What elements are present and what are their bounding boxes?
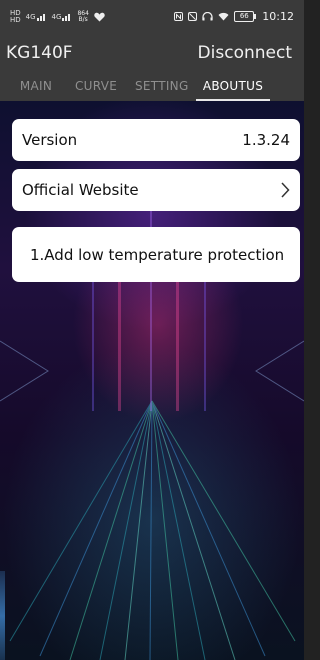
edge-glow bbox=[0, 571, 5, 660]
official-website-button[interactable]: Official Website bbox=[12, 169, 300, 211]
release-note-text: 1.Add low temperature protection bbox=[30, 245, 285, 264]
release-notes-card: 1.Add low temperature protection bbox=[12, 227, 300, 282]
signal-bars-icon-2 bbox=[62, 14, 71, 21]
status-right: 66 10:12 bbox=[174, 10, 294, 23]
status-left: HD HD 4G 4G 864 B/s bbox=[10, 9, 105, 24]
tab-curve[interactable]: CURVE bbox=[75, 73, 117, 101]
tab-main-label: MAIN bbox=[19, 79, 53, 93]
hd-label-2: HD bbox=[10, 15, 21, 24]
about-content: Version 1.3.24 Official Website 1.Add lo… bbox=[0, 101, 304, 660]
tab-bar: MAIN CURVE SETTING ABOUTUS bbox=[0, 73, 304, 101]
hd-indicator: HD HD bbox=[10, 9, 21, 24]
app-header: KG140F Disconnect bbox=[0, 33, 304, 73]
status-bar: HD HD 4G 4G 864 B/s 66 10:12 bbox=[0, 0, 304, 33]
heart-icon bbox=[94, 12, 105, 21]
nfc-icon bbox=[174, 12, 184, 21]
network-type-1: 4G bbox=[25, 13, 36, 21]
battery-level: 66 bbox=[239, 12, 249, 20]
battery-icon: 66 bbox=[234, 11, 257, 22]
tab-setting-label: SETTING bbox=[135, 79, 189, 93]
mute-icon bbox=[188, 12, 198, 21]
tab-setting[interactable]: SETTING bbox=[135, 73, 189, 101]
signal-icon: 4G bbox=[26, 12, 47, 21]
version-label: Version bbox=[22, 131, 78, 149]
device-title: KG140F bbox=[6, 43, 73, 63]
tab-main[interactable]: MAIN bbox=[19, 73, 53, 101]
headphone-icon bbox=[202, 12, 213, 21]
network-speed: 864 B/s bbox=[77, 10, 88, 23]
wifi-icon bbox=[218, 12, 229, 21]
signal-bars-icon bbox=[36, 14, 45, 21]
official-website-label: Official Website bbox=[22, 181, 139, 199]
clock: 10:12 bbox=[262, 10, 294, 23]
version-value: 1.3.24 bbox=[242, 131, 290, 149]
tab-aboutus-label: ABOUTUS bbox=[202, 79, 264, 93]
chevron-right-icon bbox=[280, 182, 290, 198]
signal-icon-2: 4G bbox=[52, 12, 73, 21]
speed-unit: B/s bbox=[78, 15, 88, 23]
network-type-2: 4G bbox=[51, 13, 62, 21]
disconnect-button[interactable]: Disconnect bbox=[198, 43, 292, 63]
tab-aboutus[interactable]: ABOUTUS bbox=[196, 73, 270, 101]
version-card: Version 1.3.24 bbox=[12, 119, 300, 161]
tab-curve-label: CURVE bbox=[75, 79, 118, 93]
